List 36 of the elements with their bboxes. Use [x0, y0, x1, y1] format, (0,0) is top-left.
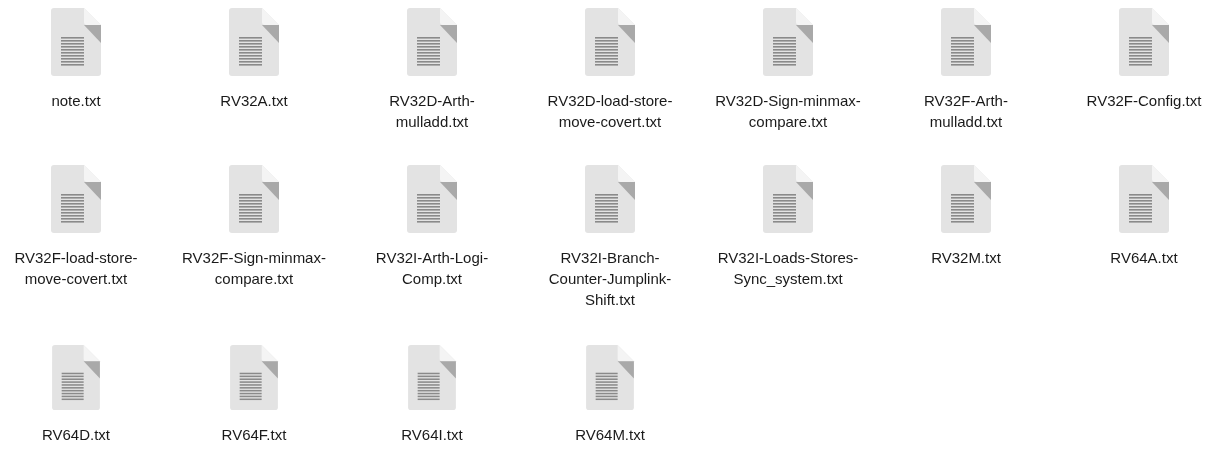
file-name[interactable]: note.txt — [51, 90, 101, 111]
file-name[interactable]: RV32F-Sign-minmax-compare.txt — [178, 247, 330, 289]
file-name[interactable]: RV32D-Sign-minmax-compare.txt — [712, 90, 864, 132]
text-file-icon[interactable] — [1119, 165, 1169, 233]
file-name[interactable]: RV32F-Arth-mulladd.txt — [890, 90, 1042, 132]
text-file-icon[interactable] — [941, 165, 991, 233]
file-name[interactable]: RV32A.txt — [220, 90, 288, 111]
text-file-icon[interactable] — [763, 165, 813, 233]
text-file-icon[interactable] — [407, 165, 457, 233]
file-name[interactable]: RV64D.txt — [41, 424, 111, 445]
file-name[interactable]: RV64A.txt — [1110, 247, 1178, 268]
text-file-icon[interactable] — [229, 8, 279, 76]
file-name[interactable]: RV32I-Loads-Stores-Sync_system.txt — [712, 247, 864, 289]
text-file-icon[interactable] — [51, 165, 101, 233]
file-name[interactable]: RV64M.txt — [575, 424, 645, 445]
text-file-icon[interactable] — [1119, 8, 1169, 76]
file-name[interactable]: RV64F.txt — [221, 424, 287, 445]
file-name[interactable]: RV32F-load-store-move-covert.txt — [0, 247, 152, 289]
file-name[interactable]: RV32F-Config.txt — [1086, 90, 1202, 111]
file-name[interactable]: RV32M.txt — [931, 247, 1001, 268]
file-name[interactable]: RV32D-load-store-move-covert.txt — [534, 90, 686, 132]
text-file-icon[interactable] — [51, 345, 101, 410]
text-file-icon[interactable] — [51, 8, 101, 76]
text-file-icon[interactable] — [585, 8, 635, 76]
text-file-icon[interactable] — [407, 345, 457, 410]
text-file-icon[interactable] — [585, 165, 635, 233]
text-file-icon[interactable] — [229, 165, 279, 233]
file-name[interactable]: RV32D-Arth-mulladd.txt — [356, 90, 508, 132]
file-name[interactable]: RV64I.txt — [401, 424, 463, 445]
text-file-icon[interactable] — [763, 8, 813, 76]
file-name[interactable]: RV32I-Branch-Counter-Jumplink-Shift.txt — [534, 247, 686, 310]
text-file-icon[interactable] — [229, 345, 279, 410]
text-file-icon[interactable] — [585, 345, 635, 410]
file-name[interactable]: RV32I-Arth-Logi-Comp.txt — [356, 247, 508, 289]
text-file-icon[interactable] — [941, 8, 991, 76]
text-file-icon[interactable] — [407, 8, 457, 76]
